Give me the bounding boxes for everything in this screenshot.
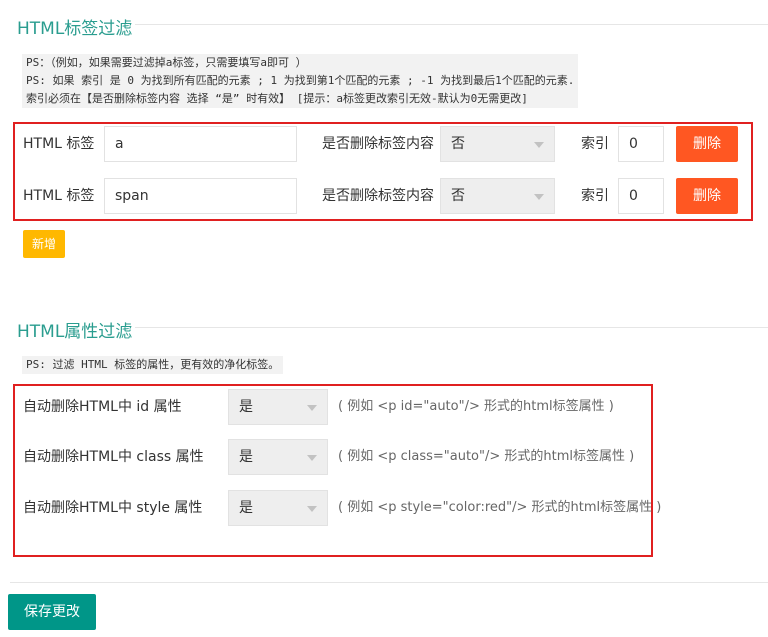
delete-content-label: 是否删除标签内容 — [322, 188, 434, 204]
tag-filter-title: HTML标签过滤 — [17, 19, 133, 39]
delete-content-select[interactable]: 否 — [440, 178, 555, 214]
note-line: PS: 过滤 HTML 标签的属性，更有效的净化标签。 — [22, 356, 284, 374]
remove-class-select[interactable]: 是 — [228, 439, 328, 475]
remove-style-hint: ( 例如 <p style="color:red"/> 形式的html标签属性 … — [338, 500, 662, 515]
delete-content-select[interactable]: 否 — [440, 126, 555, 162]
delete-content-value: 否 — [451, 188, 465, 204]
remove-id-label: 自动删除HTML中 id 属性 — [23, 399, 182, 415]
remove-style-label: 自动删除HTML中 style 属性 — [23, 500, 203, 516]
note-line: PS：（例如，如果需要过滤掉a标签，只需要填写a即可 ） — [22, 54, 311, 72]
html-tag-label: HTML 标签 — [23, 188, 95, 204]
attr-filter-divider — [135, 327, 768, 328]
html-tag-input[interactable]: a — [104, 126, 297, 162]
attr-filter-note: PS: 过滤 HTML 标签的属性，更有效的净化标签。 — [22, 356, 284, 374]
index-input[interactable]: 0 — [618, 126, 664, 162]
chevron-down-icon — [307, 506, 317, 512]
remove-class-label: 自动删除HTML中 class 属性 — [23, 449, 204, 465]
delete-content-label: 是否删除标签内容 — [322, 136, 434, 152]
remove-id-hint: ( 例如 <p id="auto"/> 形式的html标签属性 ) — [338, 399, 614, 414]
html-tag-input[interactable]: span — [104, 178, 297, 214]
note-line: 索引必须在【是否删除标签内容 选择 “是” 时有效】 [提示：a标签更改索引无效… — [22, 90, 532, 108]
tag-filter-divider — [135, 24, 768, 25]
remove-class-hint: ( 例如 <p class="auto"/> 形式的html标签属性 ) — [338, 449, 635, 464]
remove-style-select[interactable]: 是 — [228, 490, 328, 526]
index-label: 索引 — [581, 136, 609, 152]
delete-row-button[interactable]: 删除 — [676, 178, 738, 214]
delete-row-button[interactable]: 删除 — [676, 126, 738, 162]
chevron-down-icon — [534, 194, 544, 200]
chevron-down-icon — [307, 455, 317, 461]
add-tag-button[interactable]: 新增 — [23, 230, 65, 258]
remove-style-value: 是 — [239, 500, 253, 516]
chevron-down-icon — [534, 142, 544, 148]
attr-filter-title: HTML属性过滤 — [17, 322, 133, 342]
remove-id-value: 是 — [239, 399, 253, 415]
note-line: PS: 如果 索引 是 0 为找到所有匹配的元素 ; 1 为找到第1个匹配的元素… — [22, 72, 579, 90]
save-button[interactable]: 保存更改 — [8, 594, 96, 630]
remove-class-value: 是 — [239, 449, 253, 465]
delete-content-value: 否 — [451, 136, 465, 152]
remove-id-select[interactable]: 是 — [228, 389, 328, 425]
chevron-down-icon — [307, 405, 317, 411]
html-tag-label: HTML 标签 — [23, 136, 95, 152]
tag-filter-notes: PS：（例如，如果需要过滤掉a标签，只需要填写a即可 ） PS: 如果 索引 是… — [22, 54, 579, 108]
index-input[interactable]: 0 — [618, 178, 664, 214]
index-label: 索引 — [581, 188, 609, 204]
footer-divider — [10, 582, 768, 583]
